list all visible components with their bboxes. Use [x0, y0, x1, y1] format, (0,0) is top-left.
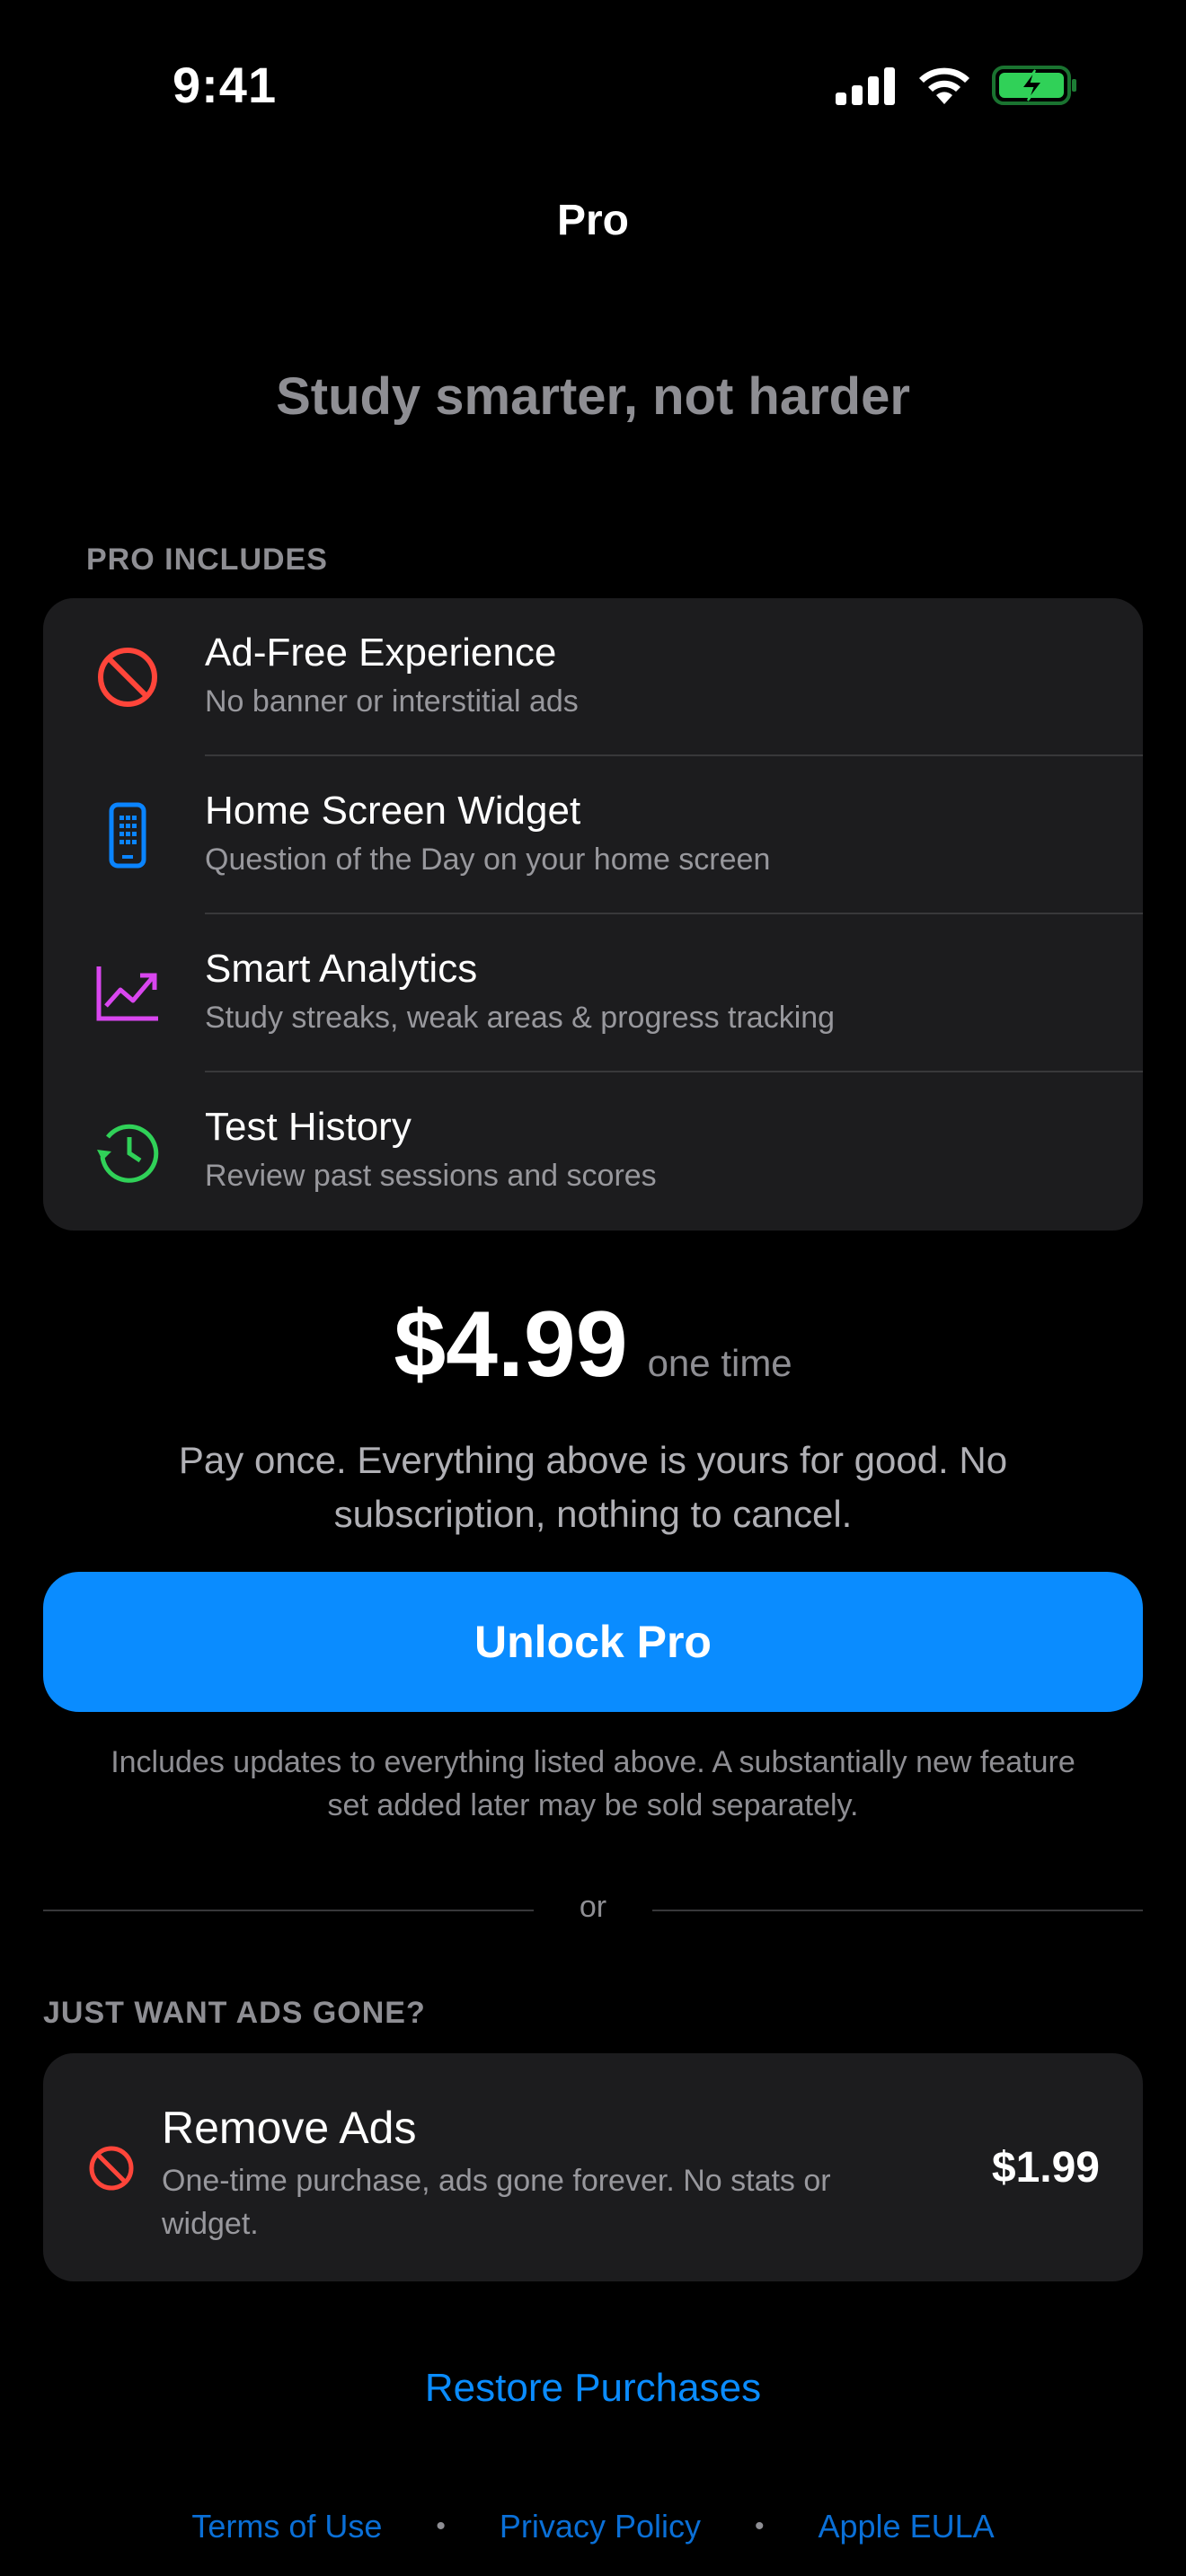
pro-paywall-screen: 9:41 Pro Study smarter, not harder PRO I… [0, 0, 1186, 2576]
feature-row-widget: Home Screen Widget Question of the Day o… [43, 756, 1143, 914]
status-icons [834, 65, 1078, 106]
chart-trend-icon [96, 966, 158, 1021]
restore-purchases-button[interactable]: Restore Purchases [0, 2366, 1186, 2411]
footer-links: Terms of Use • Privacy Policy • Apple EU… [0, 2508, 1186, 2545]
or-text: or [579, 1890, 607, 1924]
status-time: 9:41 [173, 57, 278, 113]
no-ads-icon [89, 2146, 134, 2191]
terms-of-use-link[interactable]: Terms of Use [191, 2508, 382, 2545]
battery-charging-icon [992, 66, 1076, 105]
separator-dot: • [436, 2511, 446, 2541]
price-amount: $4.99 [394, 1292, 628, 1397]
pro-includes-header: PRO INCLUDES [86, 543, 328, 577]
feature-row-history: Test History Review past sessions and sc… [43, 1072, 1143, 1231]
feature-subtitle: Question of the Day on your home screen [205, 842, 771, 877]
remove-ads-subtitle: One-time purchase, ads gone forever. No … [162, 2164, 831, 2241]
privacy-policy-link[interactable]: Privacy Policy [500, 2508, 701, 2545]
feature-subtitle: No banner or interstitial ads [205, 684, 579, 719]
feature-row-ad-free: Ad-Free Experience No banner or intersti… [43, 598, 1143, 756]
price-suffix: one time [647, 1342, 792, 1384]
remove-ads-title: Remove Ads [162, 2103, 417, 2153]
unlock-pro-button[interactable]: Unlock Pro [43, 1572, 1143, 1712]
nav-title: Pro [556, 197, 629, 244]
apple-eula-link[interactable]: Apple EULA [819, 2508, 995, 2545]
separator-dot: • [754, 2511, 765, 2541]
feature-row-analytics: Smart Analytics Study streaks, weak area… [43, 914, 1143, 1072]
price-description: Pay once. Everything above is yours for … [178, 1439, 1008, 1535]
no-ads-icon [98, 648, 157, 707]
widget-phone-icon [109, 802, 146, 869]
feature-title: Smart Analytics [205, 947, 478, 991]
feature-title: Test History [205, 1105, 412, 1149]
price-display: $4.99 one time [0, 1292, 1186, 1398]
remove-ads-price: $1.99 [991, 2144, 1100, 2192]
remove-ads-card[interactable]: Remove Ads One-time purchase, ads gone f… [43, 2053, 1143, 2281]
feature-title: Home Screen Widget [205, 789, 581, 833]
tagline: Study smarter, not harder [276, 367, 910, 426]
cellular-signal-icon [836, 67, 895, 105]
divider-line-right [652, 1910, 1143, 1911]
feature-title: Ad-Free Experience [205, 631, 557, 675]
feature-subtitle: Study streaks, weak areas & progress tra… [205, 1001, 836, 1035]
wifi-icon [919, 67, 969, 104]
pro-features-card: Ad-Free Experience No banner or intersti… [43, 598, 1143, 1231]
remove-ads-header: JUST WANT ADS GONE? [43, 1996, 426, 2030]
fineprint: Includes updates to everything listed ab… [111, 1745, 1075, 1822]
status-bar: 9:41 [0, 0, 1186, 171]
feature-subtitle: Review past sessions and scores [205, 1159, 657, 1193]
history-clock-icon [97, 1124, 159, 1183]
